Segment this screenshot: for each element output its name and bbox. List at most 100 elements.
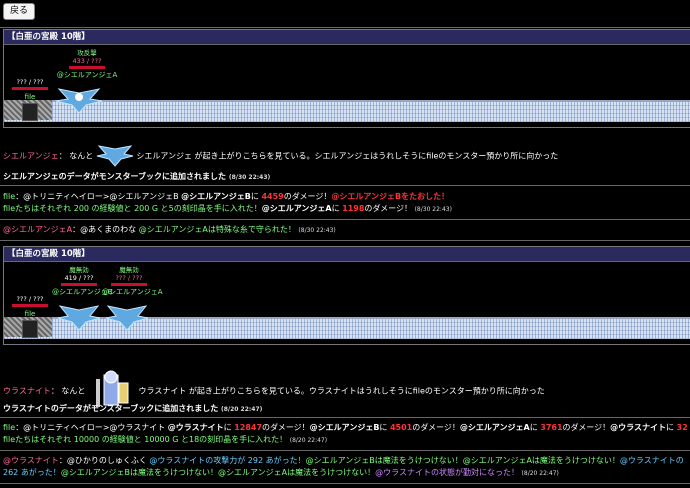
divider [0,417,690,418]
log-attack-1: file：@トリニティヘイロー>@シエルアンジェB @シエルアンジェBに 445… [3,191,690,203]
divider [0,27,690,28]
actor-name: file [3,192,16,201]
log-text: に [665,423,674,432]
log-encounter-1: シエルアンジェ： なんと シエルアンジェ が起き上がりこちらを見ている。シエルア… [3,145,690,167]
log-text: に [529,423,538,432]
battle-floor [4,100,690,122]
actor-name: @ウラスナイト [3,456,59,465]
divider [0,450,690,451]
log-text: に [331,204,340,213]
log-attack-2: file：@トリニティヘイロー>@ウラスナイト @ウラスナイトに 12847のダ… [3,422,690,434]
player-unit[interactable]: ??? / ??? file [10,295,50,318]
log-text: ：@ひかりのしゅくふく [58,456,147,465]
log-text: ： なんと [58,151,94,161]
log-text: ウラスナイト が起き上がりこちらを見ている。ウラスナイトはうれしそうにfileの… [138,386,545,396]
player-sprite [22,103,38,121]
divider [0,483,690,484]
defeat-message: @シエルアンジェBをたおした！ [331,192,450,201]
target-name: @ウラスナイト [610,423,666,432]
effect-message: @ウラスナイトの [619,456,684,465]
effect-message: @シエルアンジェAは特殊な糸で守られた！ [138,225,296,234]
angel-sprite [55,88,103,114]
damage-value: 3761 [540,423,563,432]
log-text: に [223,423,232,432]
battle-panel-1: 【白亜の宮殿 10階】 ??? / ??? file 攻反撃 433 / ???… [3,29,690,128]
log-text: のダメージ！ [364,204,413,213]
effect-message: @シエルアンジェAは魔法をうけつけない！ [462,456,620,465]
monster-name: シエルアンジェ [3,151,59,161]
book-message: ウラスナイトのデータがモンスターブックに追加されました [3,404,219,413]
effect-message: 262 あがった！ [3,468,61,477]
log-text: ：@トリニティヘイロー>@ウラスナイト [15,423,166,432]
damage-value: 4459 [261,192,284,201]
target-name: @ウラスナイト [167,423,224,432]
timestamp: (8/20 22:47) [221,406,263,413]
log-book-2: ウラスナイトのデータがモンスターブックに追加されました (8/20 22:47) [3,403,690,416]
target-name: @シエルアンジェA [261,204,332,213]
damage-value: 32 [676,423,688,432]
enemy-hp-text: 433 / ??? [72,57,102,65]
enemy-status: 攻反撃 [77,49,97,57]
log-text: ：@トリニティヘイロー>@シエルアンジェB [15,192,179,201]
player-sprite [22,320,38,338]
enemy-status: 魔無効 [69,266,89,274]
enemy-unit-a[interactable]: 魔無効 ??? / ??? @シエルアンジェA [102,264,163,297]
timestamp: (8/20 22:47) [289,437,328,444]
reward-message: fileたちはそれぞれ 200 の経験値と 200 G と5の刻印晶を手に入れた… [3,204,262,213]
actor-name: file [3,423,16,432]
player-hp-bar [12,87,48,90]
log-text: ：@あくまのわな [72,225,137,234]
log-speak-1: @シエルアンジェA：@あくまのわな @シエルアンジェAは特殊な糸で守られた！ (… [3,224,690,237]
target-name: @シエルアンジェA [459,423,530,432]
damage-value: 4501 [389,423,413,432]
divider [0,219,690,220]
monster-name: ウラスナイト [3,386,51,396]
angel-sprite [105,305,149,331]
effect-message: @シエルアンジェBは魔法をうけつけない！ [305,456,463,465]
actor-name: @シエルアンジェA [3,225,73,234]
battle-title: 【白亜の宮殿 10階】 [4,30,690,45]
log-text: ： なんと [50,386,86,396]
angel-sprite [57,305,101,331]
angel-icon [96,145,133,167]
effect-message: @ウラスナイトの攻撃力が 292 あがった！ [149,456,306,465]
target-name: @シエルアンジェB [309,423,380,432]
player-name: file [24,93,36,101]
damage-value: 12847 [234,423,263,432]
log-spell-2a: @ウラスナイト：@ひかりのしゅくふく @ウラスナイトの攻撃力が 292 あがった… [3,455,690,467]
battle-title: 【白亜の宮殿 10階】 [4,247,690,262]
enemy-hp-text: 419 / ??? [64,274,94,282]
enemy-name: @シエルアンジェA [102,288,163,296]
player-unit[interactable]: ??? / ??? file [10,78,50,101]
damage-value: 1198 [342,204,365,213]
enemy-status: 魔無効 [119,266,139,274]
divider [0,240,690,241]
effect-message: @シエルアンジェBは魔法をうけつけない！ [60,468,218,477]
log-reward-1: fileたちはそれぞれ 200 の経験値と 200 G と5の刻印晶を手に入れた… [3,203,690,216]
back-button[interactable]: 戻る [3,3,36,20]
log-text: のダメージ！ [262,423,310,432]
log-book-1: シエルアンジェのデータがモンスターブックに追加されました (8/30 22:43… [3,171,690,184]
enemy-unit-b[interactable]: 魔無効 419 / ??? @シエルアンジェB [52,264,113,297]
log-text: に [379,423,388,432]
log-text: のダメージ！ [562,423,611,432]
enemy-hp-bar [69,66,105,69]
log-text: のダメージ！ [283,192,332,201]
enemy-hp-bar [61,283,97,286]
enemy-hp-text: ??? / ??? [115,274,143,282]
enemy-name: @シエルアンジェB [52,288,113,296]
reward-message: fileたちはそれぞれ 10000 の経験値と 10000 G と18の刻印晶を… [3,435,288,444]
divider [0,185,690,186]
player-hp-bar [12,304,48,307]
timestamp: (8/30 22:43) [414,206,452,213]
book-message: シエルアンジェのデータがモンスターブックに追加されました [3,172,227,181]
target-name: @シエルアンジェB [181,192,251,201]
timestamp: (8/30 22:43) [298,227,336,234]
enemy-hp-bar [111,283,147,286]
log-text: のダメージ！ [412,423,460,432]
player-name: file [24,310,36,318]
enemy-name: @シエルアンジェA [56,71,118,79]
effect-message: @シエルアンジェAは魔法をうけつけない！ [217,468,376,477]
enemy-unit-a[interactable]: 攻反撃 433 / ??? @シエルアンジェA [52,47,122,80]
player-hp-text: ??? / ??? [16,78,44,86]
